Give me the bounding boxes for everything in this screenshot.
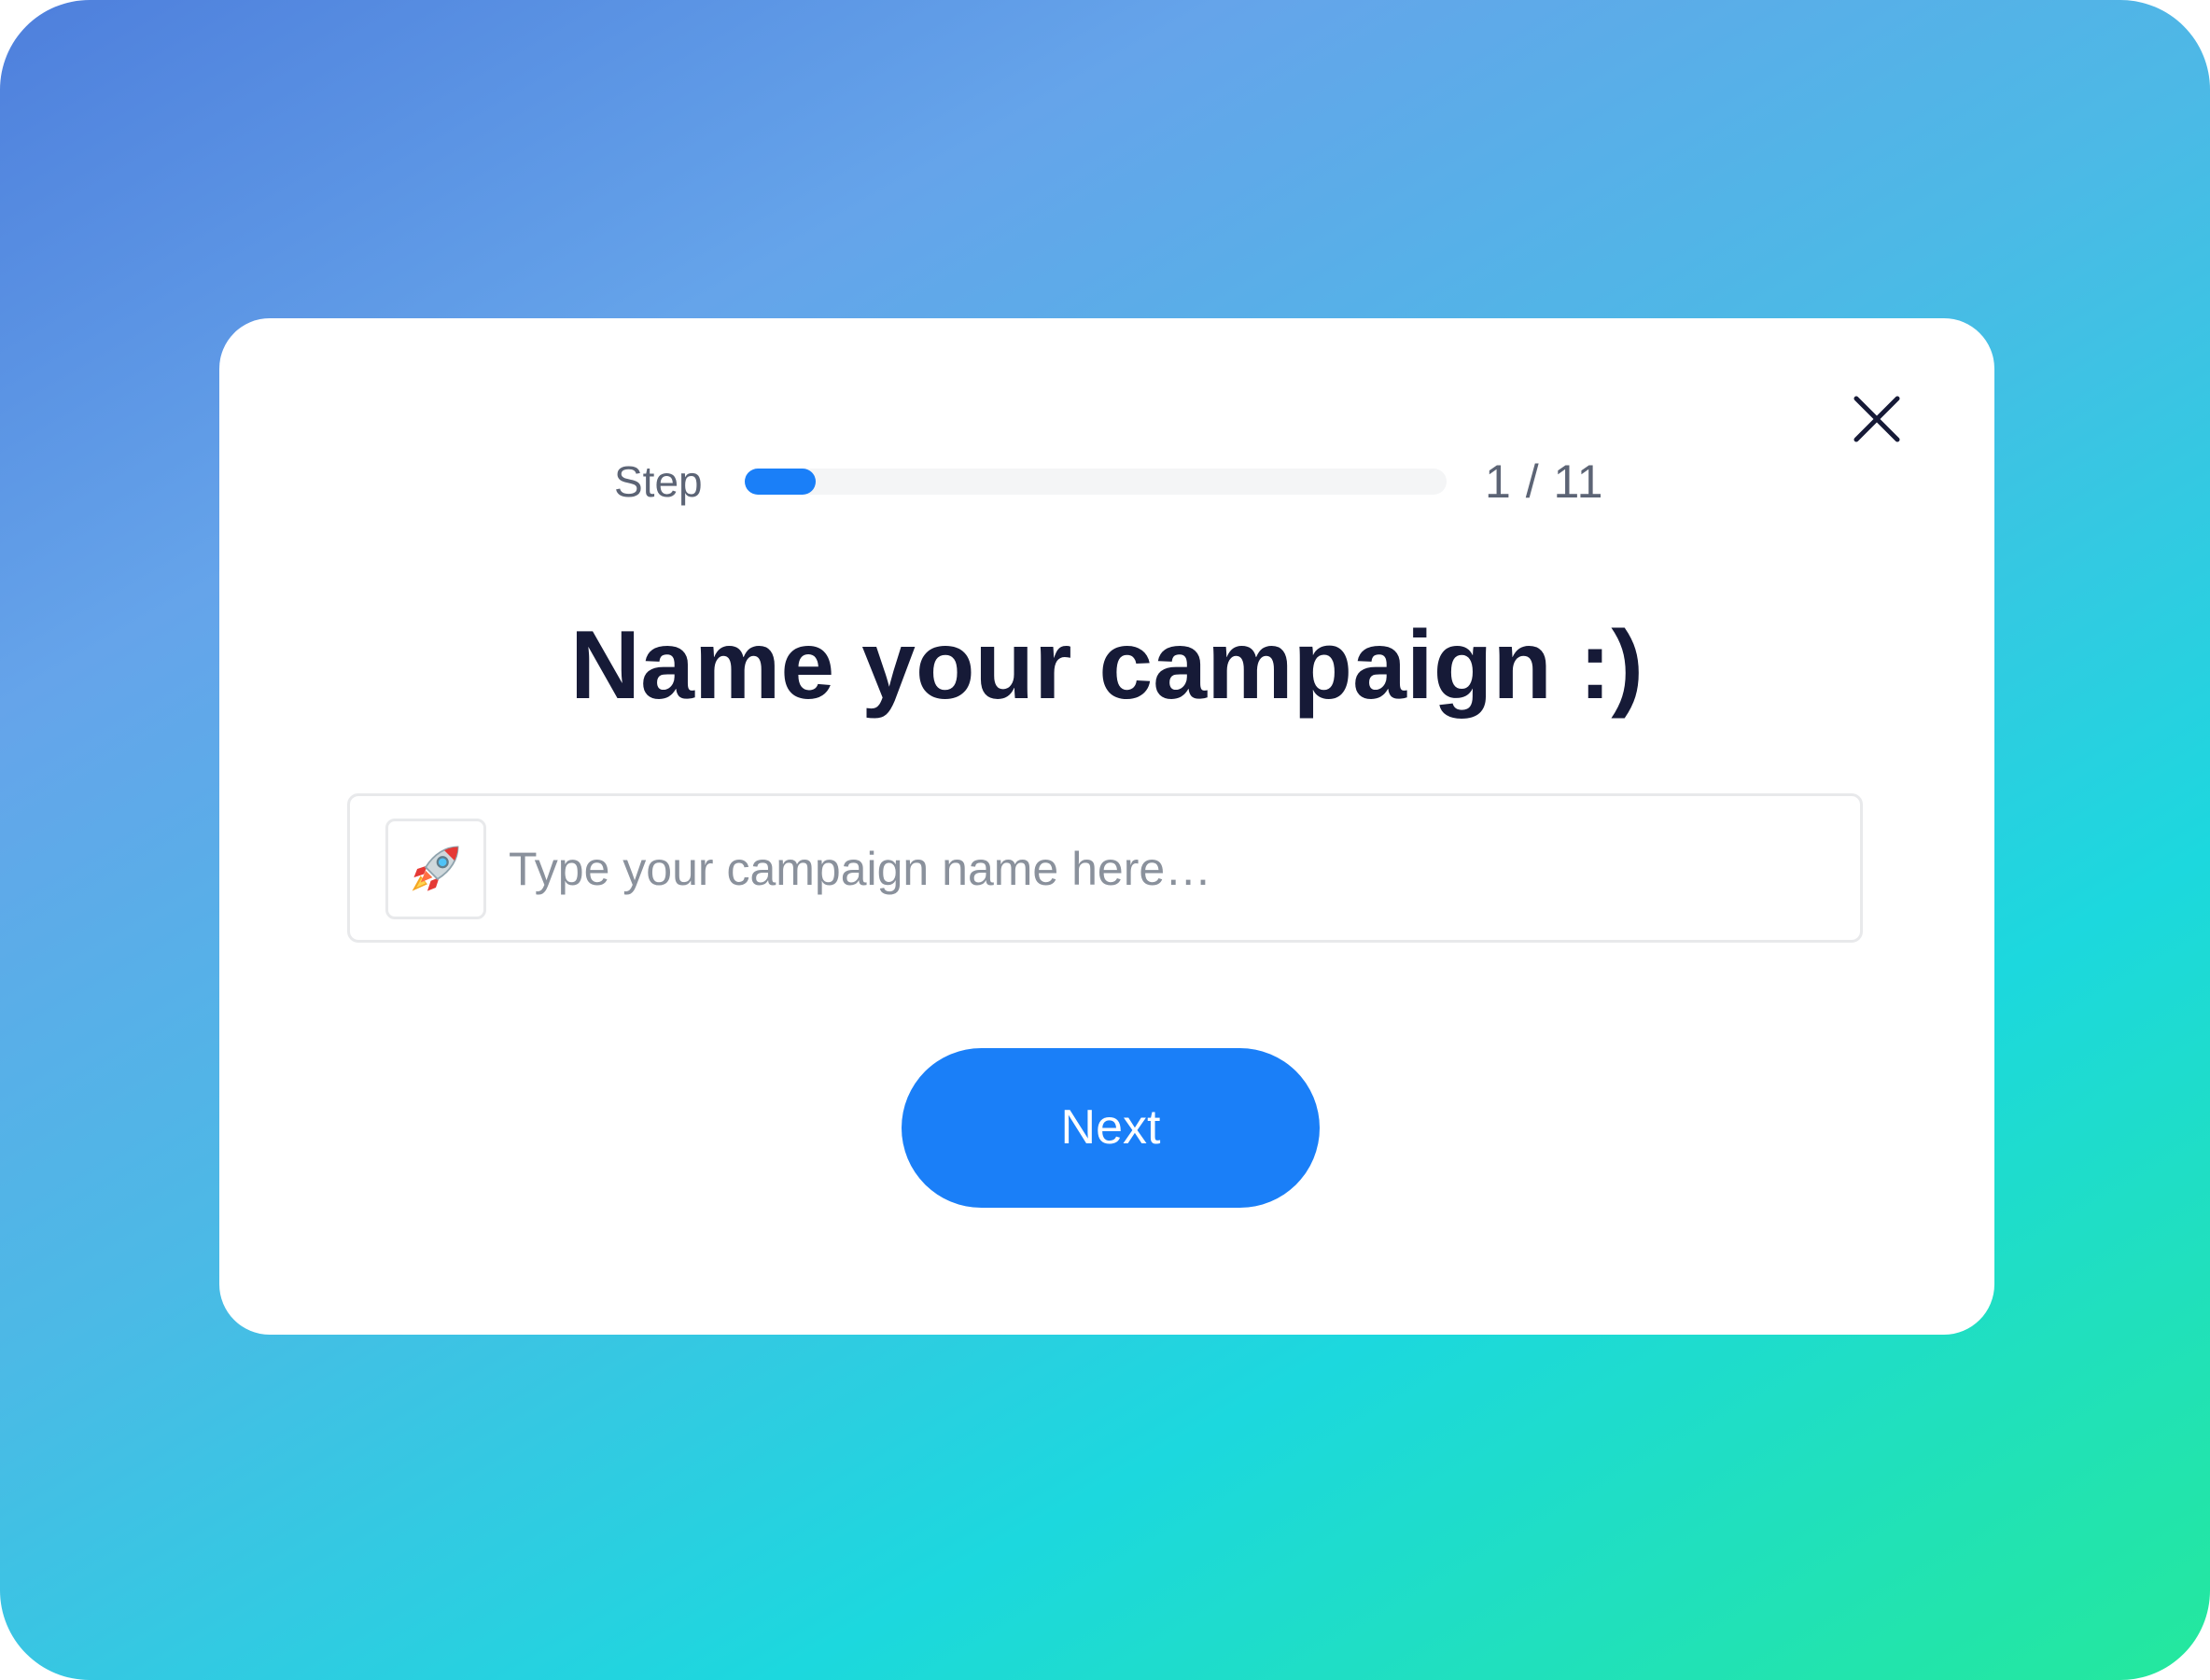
step-progress-bar bbox=[745, 469, 1447, 495]
close-button[interactable] bbox=[1845, 387, 1909, 451]
step-progress-fill bbox=[745, 469, 816, 495]
emoji-picker-button[interactable] bbox=[385, 819, 486, 919]
campaign-modal: Step 1 / 11 Name your campaign :) Type y… bbox=[219, 318, 1994, 1335]
next-button[interactable]: Next bbox=[902, 1048, 1320, 1208]
close-icon bbox=[1853, 396, 1900, 442]
campaign-name-field bbox=[347, 793, 1863, 943]
page-title: Name your campaign :) bbox=[569, 611, 1644, 720]
rocket-icon bbox=[412, 846, 459, 891]
campaign-name-input[interactable] bbox=[509, 824, 1815, 914]
gradient-background: Step 1 / 11 Name your campaign :) Type y… bbox=[0, 0, 2210, 1680]
step-indicator: Step 1 / 11 bbox=[219, 454, 1994, 510]
step-label: Step bbox=[614, 457, 703, 506]
step-count: 1 / 11 bbox=[1485, 455, 1604, 508]
